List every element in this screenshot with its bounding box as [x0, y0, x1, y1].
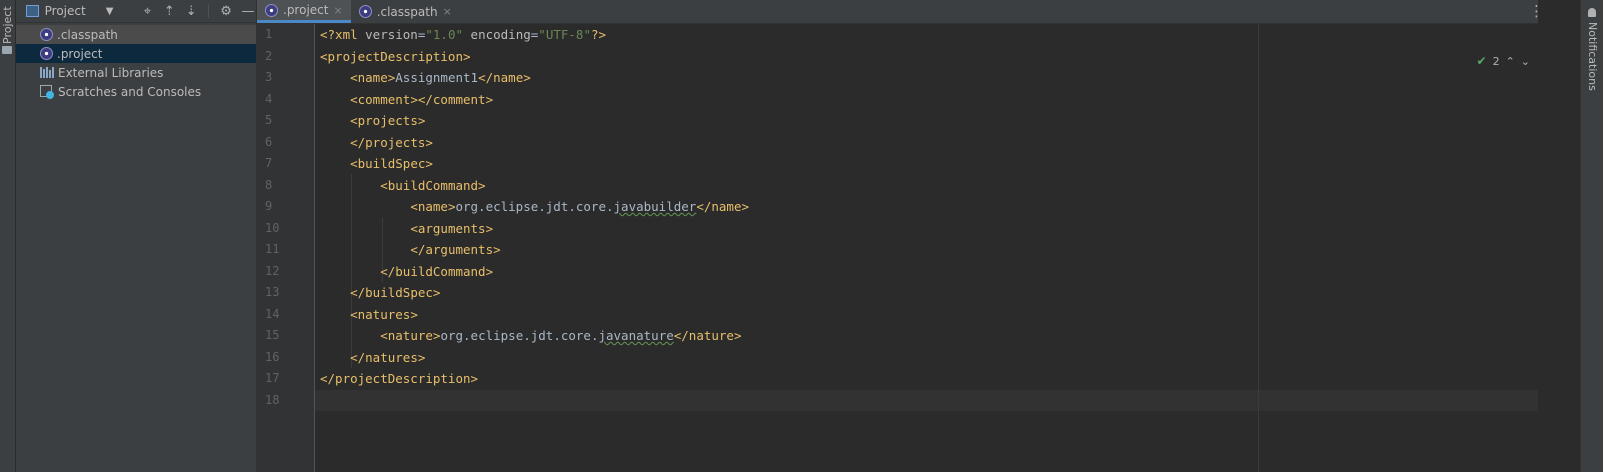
chevron-down-icon[interactable]: ▼: [106, 6, 114, 17]
project-panel-title[interactable]: Project: [45, 4, 86, 18]
code-line[interactable]: <?xml version="1.0" encoding="UTF-8"?>: [315, 24, 1538, 46]
line-number: 1: [265, 27, 273, 41]
toolbar-separator: [208, 4, 210, 18]
bell-icon[interactable]: [1588, 8, 1596, 17]
code-line[interactable]: <buildCommand>: [315, 175, 1538, 197]
more-options-icon[interactable]: ⋮: [1529, 2, 1544, 20]
check-icon: ✔: [1476, 54, 1487, 68]
editor-tabs: .project × .classpath × ⋮: [257, 0, 1544, 24]
code-line[interactable]: <name>org.eclipse.jdt.core.javabuilder</…: [315, 196, 1538, 218]
code-line[interactable]: <arguments>: [315, 218, 1538, 240]
line-number: 12: [265, 263, 280, 278]
code-line[interactable]: <buildSpec>: [315, 153, 1538, 175]
tree-item-label: External Libraries: [58, 65, 164, 80]
xml-file-icon: [358, 5, 372, 18]
code-line[interactable]: </projectDescription>: [315, 368, 1538, 390]
code-line[interactable]: <projects>: [315, 110, 1538, 132]
line-number: 3: [265, 70, 273, 84]
chevron-up-icon[interactable]: ⌃: [1506, 55, 1515, 68]
tree-item-project[interactable]: .project: [16, 44, 256, 63]
project-tool-window-button[interactable]: Project: [1, 6, 14, 46]
tree-item-scratches[interactable]: Scratches and Consoles: [16, 82, 256, 101]
line-number-gutter: 1 2 3 4 5 6 7 8 9 10 11 12 13 14 15 16 1…: [257, 24, 315, 472]
library-icon: [40, 67, 54, 78]
line-number: 15: [265, 328, 280, 342]
line-number: 6: [265, 134, 273, 149]
xml-file-icon: [265, 3, 278, 17]
code-line[interactable]: </buildSpec>: [315, 282, 1538, 304]
code-line-current[interactable]: [315, 389, 1538, 411]
gear-icon[interactable]: ⚙: [218, 2, 234, 20]
tree-item-external-libraries[interactable]: External Libraries: [16, 63, 256, 82]
xml-file-icon: [40, 47, 53, 60]
scratches-icon: [40, 84, 54, 99]
code-line[interactable]: <name>Assignment1</name>: [315, 67, 1538, 89]
line-number: 4: [265, 91, 273, 106]
folder-icon[interactable]: [2, 46, 12, 54]
xml-file-icon: [40, 28, 53, 41]
line-number: 9: [265, 199, 273, 213]
code-line[interactable]: <natures>: [315, 304, 1538, 326]
hide-icon[interactable]: —: [240, 2, 256, 20]
code-line[interactable]: </arguments>: [315, 239, 1538, 261]
expand-all-icon[interactable]: ⇡: [161, 2, 177, 20]
code-line[interactable]: <projectDescription>: [315, 46, 1538, 68]
code-line[interactable]: </projects>: [315, 132, 1538, 154]
line-number: 14: [265, 306, 280, 321]
line-number: 17: [265, 371, 280, 385]
project-panel: Project ▼ ⌖ ⇡ ⇣ ⚙ — .classpath .project …: [16, 0, 257, 472]
project-view-icon: [26, 5, 39, 17]
tab-classpath[interactable]: .classpath ×: [351, 0, 460, 23]
project-tool-label: Project: [1, 6, 14, 44]
line-number: 8: [265, 177, 273, 192]
tree-item-label: .project: [57, 46, 103, 61]
line-number: 11: [265, 242, 280, 256]
line-number: 10: [265, 220, 280, 235]
inspection-count: 2: [1492, 54, 1500, 68]
project-tree: .classpath .project External Libraries S…: [16, 23, 256, 101]
editor-area: .project × .classpath × ⋮ 1 2 3 4 5 6 7 …: [257, 0, 1544, 472]
code-editor[interactable]: <?xml version="1.0" encoding="UTF-8"?> <…: [315, 24, 1538, 472]
tree-item-label: .classpath: [57, 27, 118, 42]
close-icon[interactable]: ×: [333, 4, 342, 17]
line-number: 13: [265, 285, 280, 299]
tab-label: .classpath: [376, 4, 438, 19]
tree-item-classpath[interactable]: .classpath: [16, 25, 256, 44]
tree-item-label: Scratches and Consoles: [58, 84, 202, 99]
code-line[interactable]: <nature>org.eclipse.jdt.core.javanature<…: [315, 325, 1538, 347]
line-number: 5: [265, 113, 273, 127]
code-line[interactable]: </buildCommand>: [315, 261, 1538, 283]
line-number: 16: [265, 349, 280, 364]
tab-project[interactable]: .project ×: [257, 0, 351, 23]
right-tool-stripe: Notifications: [1580, 0, 1603, 472]
tab-label: .project: [283, 3, 329, 17]
collapse-all-icon[interactable]: ⇣: [183, 2, 199, 20]
line-number: 7: [265, 156, 273, 170]
locate-icon[interactable]: ⌖: [139, 2, 155, 20]
chevron-down-icon[interactable]: ⌄: [1521, 55, 1530, 68]
close-icon[interactable]: ×: [443, 5, 452, 18]
project-panel-header: Project ▼ ⌖ ⇡ ⇣ ⚙ —: [16, 0, 256, 23]
line-number: 18: [265, 392, 280, 407]
code-line[interactable]: <comment></comment>: [315, 89, 1538, 111]
notifications-label: Notifications: [1586, 22, 1599, 91]
inspection-widget[interactable]: ✔ 2 ⌃ ⌄: [1477, 54, 1531, 68]
code-line[interactable]: </natures>: [315, 347, 1538, 369]
right-margin-guide: [1258, 24, 1259, 472]
left-tool-stripe: Project: [0, 0, 16, 472]
line-number: 2: [265, 48, 273, 63]
